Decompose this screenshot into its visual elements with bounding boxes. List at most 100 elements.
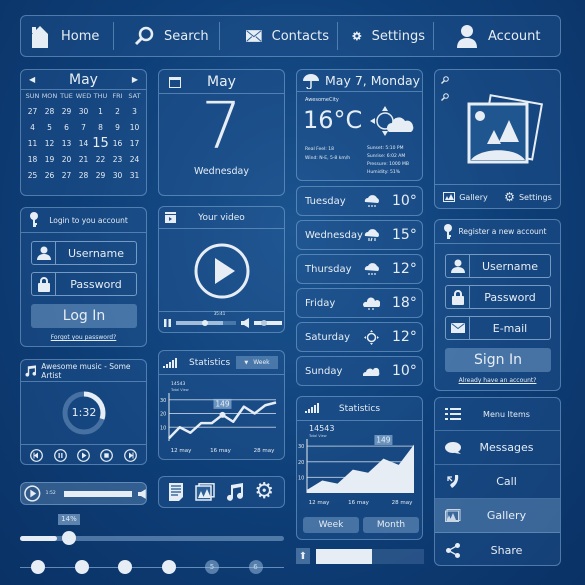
- calendar-day[interactable]: 20: [58, 155, 75, 164]
- volume-thumb[interactable]: [260, 320, 267, 326]
- register-username-field[interactable]: Username: [445, 254, 551, 278]
- calendar-day[interactable]: 1: [92, 107, 109, 116]
- highlighted-point[interactable]: [219, 411, 226, 418]
- week-button[interactable]: Week: [303, 517, 359, 533]
- menu-item-gallery[interactable]: Gallery: [435, 499, 560, 533]
- step-4[interactable]: [161, 560, 176, 574]
- calendar-day[interactable]: 14: [75, 139, 92, 148]
- nav-search[interactable]: Search: [114, 16, 219, 56]
- calendar-day[interactable]: 2: [109, 107, 126, 116]
- register-email-field[interactable]: E-mail: [445, 316, 551, 340]
- calendar-day[interactable]: 23: [109, 155, 126, 164]
- calendar-day[interactable]: 26: [41, 171, 58, 180]
- step-2[interactable]: [74, 560, 89, 574]
- calendar-day[interactable]: 3: [126, 107, 143, 116]
- calendar-day[interactable]: 16: [109, 139, 126, 148]
- play-icon[interactable]: [77, 448, 90, 462]
- calendar-day[interactable]: 13: [58, 139, 75, 148]
- calendar-day[interactable]: 9: [109, 123, 126, 132]
- play-icon[interactable]: [194, 243, 250, 299]
- menu-item-share[interactable]: Share: [435, 533, 560, 565]
- pause-icon[interactable]: [164, 319, 171, 327]
- register-password-field[interactable]: Password: [445, 285, 551, 309]
- login-username-field[interactable]: Username: [31, 241, 137, 265]
- calendar-day[interactable]: 7: [75, 123, 92, 132]
- calendar-day[interactable]: 30: [109, 171, 126, 180]
- gallery-settings-button[interactable]: ⚙ Settings: [504, 190, 552, 204]
- forecast-row[interactable]: Sunday 10°: [296, 356, 423, 386]
- step-5[interactable]: 5: [205, 560, 219, 574]
- period-dropdown[interactable]: ▼ Week: [236, 356, 278, 369]
- already-have-account-link[interactable]: Already have an account?: [435, 377, 560, 384]
- nav-account[interactable]: Account: [434, 16, 554, 56]
- gallery-button[interactable]: Gallery: [443, 192, 488, 202]
- calendar-day[interactable]: 4: [24, 123, 41, 132]
- forecast-row[interactable]: Wednesday 15°: [296, 220, 423, 250]
- forecast-row[interactable]: Tuesday 10°: [296, 186, 423, 216]
- nav-home[interactable]: Home: [21, 16, 113, 56]
- next-month-icon[interactable]: ▶: [132, 75, 138, 84]
- calendar-day[interactable]: 8: [92, 123, 109, 132]
- previous-icon[interactable]: [30, 448, 44, 462]
- calendar-day[interactable]: 21: [75, 155, 92, 164]
- zoom-in-icon[interactable]: [441, 76, 449, 84]
- mini-player-progress[interactable]: [63, 490, 133, 497]
- calendar-day[interactable]: 28: [75, 171, 92, 180]
- login-password-field[interactable]: Password: [31, 272, 137, 296]
- sign-in-button[interactable]: Sign In: [445, 348, 551, 372]
- upload-button[interactable]: ⬆: [296, 548, 310, 564]
- forecast-row[interactable]: Thursday 12°: [296, 254, 423, 284]
- calendar-weekday: WED: [75, 92, 92, 100]
- next-icon[interactable]: [123, 448, 137, 462]
- prev-month-icon[interactable]: ◀: [29, 75, 35, 84]
- pause-icon[interactable]: [53, 448, 67, 462]
- calendar-day[interactable]: 17: [126, 139, 143, 148]
- step-1[interactable]: [31, 560, 45, 574]
- calendar-day[interactable]: 12: [41, 139, 58, 148]
- volume-slider[interactable]: [254, 320, 282, 326]
- calendar-day[interactable]: 28: [41, 107, 58, 116]
- forecast-row[interactable]: Friday 18°: [296, 288, 423, 318]
- music-note-icon[interactable]: [226, 483, 243, 501]
- stop-icon[interactable]: [100, 448, 114, 462]
- calendar-day[interactable]: 27: [24, 107, 41, 116]
- volume-icon[interactable]: [138, 488, 147, 499]
- calendar-day[interactable]: 22: [92, 155, 109, 164]
- menu-item-messages[interactable]: Messages: [435, 431, 560, 465]
- calendar-day[interactable]: 15: [92, 137, 109, 150]
- calendar-day[interactable]: 29: [92, 171, 109, 180]
- calendar-day[interactable]: 31: [126, 171, 143, 180]
- forgot-password-link[interactable]: Forgot you password?: [21, 334, 146, 341]
- forecast-row[interactable]: Saturday 12°: [296, 322, 423, 352]
- gear-icon[interactable]: ⚙: [254, 481, 274, 503]
- video-seek-thumb[interactable]: [201, 320, 208, 326]
- nav-settings[interactable]: Settings: [338, 16, 433, 56]
- zoom-out-icon[interactable]: [441, 93, 449, 101]
- calendar-day[interactable]: 19: [41, 155, 58, 164]
- month-button[interactable]: Month: [363, 517, 419, 533]
- calendar-day[interactable]: 27: [58, 171, 75, 180]
- menu-item-call[interactable]: Call: [435, 465, 560, 499]
- volume-icon[interactable]: [241, 318, 249, 328]
- calendar-day[interactable]: 25: [24, 171, 41, 180]
- login-password-placeholder: Password: [70, 277, 122, 291]
- calendar-day[interactable]: 29: [58, 107, 75, 116]
- calendar-day[interactable]: 5: [41, 123, 58, 132]
- slider-track[interactable]: [20, 536, 284, 541]
- calendar-day[interactable]: 24: [126, 155, 143, 164]
- login-button[interactable]: Log In: [31, 304, 137, 328]
- play-icon[interactable]: [24, 485, 41, 502]
- calendar-day[interactable]: 30: [75, 107, 92, 116]
- calendar-day[interactable]: 11: [24, 139, 41, 148]
- cloud-icon: [363, 367, 380, 376]
- slider-thumb[interactable]: [61, 531, 76, 545]
- calendar-day[interactable]: 18: [24, 155, 41, 164]
- step-3[interactable]: [118, 560, 132, 574]
- document-icon[interactable]: [168, 483, 183, 501]
- video-seekbar[interactable]: [176, 320, 236, 326]
- nav-contacts[interactable]: Contacts: [220, 16, 337, 56]
- gallery-icon[interactable]: [194, 483, 215, 501]
- step-6[interactable]: 6: [248, 560, 263, 574]
- calendar-day[interactable]: 10: [126, 123, 143, 132]
- calendar-day[interactable]: 6: [58, 123, 75, 132]
